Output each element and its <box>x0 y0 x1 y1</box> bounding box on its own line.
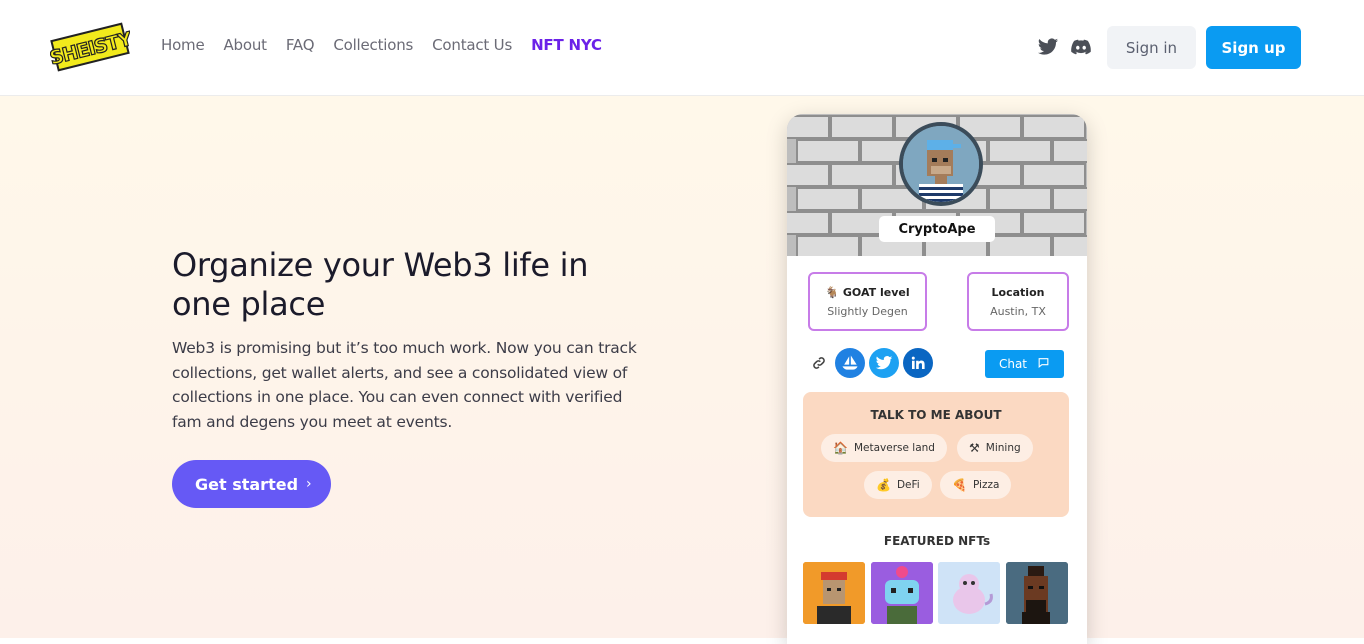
linkedin-icon[interactable] <box>903 348 933 378</box>
sign-up-button[interactable]: Sign up <box>1206 26 1301 69</box>
location-box: Location Austin, TX <box>967 272 1069 331</box>
chat-label: Chat <box>998 357 1028 371</box>
topic-label: DeFi <box>896 479 920 491</box>
topic-chip-mining: ⚒ Mining <box>957 434 1033 462</box>
brand-logo[interactable]: SHEISTY <box>47 14 135 80</box>
hero-description: Web3 is promising but it’s too much work… <box>172 339 637 431</box>
opensea-icon[interactable] <box>835 348 865 378</box>
featured-nfts-title: FEATURED NFTs <box>883 534 991 548</box>
featured-nft-cat[interactable] <box>871 562 933 624</box>
pizza-icon: 🍕 <box>952 478 967 492</box>
top-navbar: SHEISTY Home About FAQ Collections Conta… <box>0 0 1364 96</box>
nav-collections[interactable]: Collections <box>333 36 413 54</box>
pickaxe-icon: ⚒ <box>969 441 980 455</box>
topic-label: Metaverse land <box>853 442 935 454</box>
chevron-right-icon: › <box>306 476 312 492</box>
twitter-icon[interactable] <box>1037 36 1059 58</box>
nav-contact-us[interactable]: Contact Us <box>432 36 512 54</box>
goat-icon: 🐐 <box>825 286 840 299</box>
profile-card-preview: CryptoApe 🐐 GOAT level Slightly Degen Lo… <box>787 114 1087 644</box>
topic-label: Pizza <box>972 479 1000 491</box>
link-icon[interactable] <box>804 348 834 378</box>
talk-to-me-about-panel: TALK TO ME ABOUT 🏠 Metaverse land ⚒ Mini… <box>803 392 1069 517</box>
house-icon: 🏠 <box>833 441 848 455</box>
location-title: Location <box>991 286 1045 299</box>
chat-button[interactable]: Chat <box>985 350 1064 378</box>
get-started-button[interactable]: Get started › <box>172 460 331 508</box>
featured-nft-creature[interactable] <box>938 562 1000 624</box>
nav-nft-nyc[interactable]: NFT NYC <box>531 36 602 54</box>
talk-title: TALK TO ME ABOUT <box>870 408 1002 422</box>
profile-banner: CryptoApe <box>787 114 1087 256</box>
hero-section: Organize your Web3 life in one place Web… <box>0 96 1364 638</box>
profile-name: CryptoApe <box>879 216 995 242</box>
twitter-profile-icon[interactable] <box>869 348 899 378</box>
featured-nft-punk[interactable] <box>1006 562 1068 624</box>
topic-chip-pizza: 🍕 Pizza <box>940 471 1012 499</box>
featured-nft-ape[interactable] <box>803 562 865 624</box>
chat-bubble-icon <box>1037 356 1050 372</box>
location-value: Austin, TX <box>990 305 1046 318</box>
goat-level-value: Slightly Degen <box>827 305 908 318</box>
discord-icon[interactable] <box>1070 36 1092 58</box>
sign-in-button[interactable]: Sign in <box>1107 26 1196 69</box>
topic-chip-defi: 💰 DeFi <box>864 471 932 499</box>
money-bag-icon: 💰 <box>876 478 891 492</box>
nav-faq[interactable]: FAQ <box>286 36 315 54</box>
nav-home[interactable]: Home <box>161 36 205 54</box>
goat-level-box: 🐐 GOAT level Slightly Degen <box>808 272 927 331</box>
ape-avatar-image <box>899 122 983 206</box>
nav-links: Home About FAQ Collections Contact Us NF… <box>161 36 621 54</box>
hero-headline: Organize your Web3 life in one place <box>172 246 589 323</box>
nav-about[interactable]: About <box>224 36 268 54</box>
goat-level-title: GOAT level <box>842 286 910 299</box>
topic-chip-metaverse-land: 🏠 Metaverse land <box>821 434 947 462</box>
topic-label: Mining <box>985 442 1021 454</box>
get-started-label: Get started <box>195 474 299 494</box>
